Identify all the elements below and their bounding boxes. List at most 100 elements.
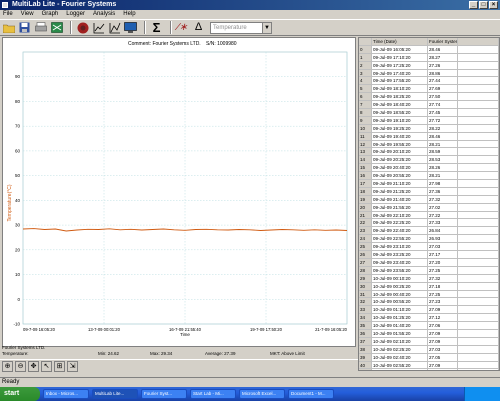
row-index[interactable]: 6 xyxy=(359,93,372,102)
temperature-cell[interactable]: 28.59 xyxy=(428,148,458,157)
time-cell[interactable]: 09-Jul-09 22:40:20 xyxy=(372,227,428,236)
temperature-cell[interactable]: 27.06 xyxy=(428,322,458,330)
row-index[interactable]: 19 xyxy=(359,195,372,204)
row-index[interactable]: 9 xyxy=(359,116,372,125)
temperature-cell[interactable]: 28.86 xyxy=(428,69,458,78)
row-index[interactable]: 32 xyxy=(359,298,372,307)
time-cell[interactable]: 09-Jul-09 23:55:20 xyxy=(372,266,428,275)
temperature-cell[interactable]: 28.27 xyxy=(428,53,458,62)
minimize-button[interactable]: _ xyxy=(469,1,478,9)
logger-icon[interactable] xyxy=(50,21,63,34)
open-folder-icon[interactable] xyxy=(2,21,15,34)
time-cell[interactable]: 10-Jul-09 02:40:20 xyxy=(372,353,428,362)
row-index[interactable]: 5 xyxy=(359,85,372,94)
row-index[interactable]: 28 xyxy=(359,266,372,275)
temperature-cell[interactable]: 27.09 xyxy=(428,361,458,370)
time-cell[interactable]: 09-Jul-09 20:55:20 xyxy=(372,172,428,181)
temperature-cell[interactable]: 27.44 xyxy=(428,77,458,86)
temperature-cell[interactable]: 27.18 xyxy=(428,282,458,291)
temperature-cell[interactable]: 27.17 xyxy=(428,251,458,259)
time-cell[interactable]: 09-Jul-09 22:10:20 xyxy=(372,211,428,220)
row-index[interactable]: 1 xyxy=(359,53,372,62)
menu-view[interactable]: View xyxy=(21,10,34,19)
close-button[interactable]: × xyxy=(489,1,498,9)
time-cell[interactable]: 09-Jul-09 20:10:20 xyxy=(372,148,428,157)
temperature-cell[interactable]: 27.09 xyxy=(428,337,458,346)
row-index[interactable]: 11 xyxy=(359,132,372,141)
temperature-cell[interactable]: 27.72 xyxy=(428,116,458,125)
row-index[interactable]: 14 xyxy=(359,156,372,165)
time-cell[interactable]: 09-Jul-09 23:25:20 xyxy=(372,251,428,259)
data-table-icon[interactable] xyxy=(108,21,121,34)
row-index[interactable]: 10 xyxy=(359,124,372,133)
temperature-cell[interactable]: 27.09 xyxy=(428,306,458,315)
time-cell[interactable]: 10-Jul-09 00:25:20 xyxy=(372,282,428,291)
start-button[interactable]: start xyxy=(0,387,40,401)
time-cell[interactable]: 10-Jul-09 01:55:20 xyxy=(372,329,428,338)
row-index[interactable]: 36 xyxy=(359,329,372,338)
taskbar-item[interactable]: Start Lab - Mi... xyxy=(190,389,236,399)
temperature-cell[interactable]: 27.98 xyxy=(428,180,458,188)
time-cell[interactable]: 09-Jul-09 19:25:20 xyxy=(372,124,428,133)
row-index[interactable]: 18 xyxy=(359,187,372,196)
row-index[interactable]: 2 xyxy=(359,61,372,70)
temperature-cell[interactable]: 28.21 xyxy=(428,172,458,181)
time-cell[interactable]: 10-Jul-09 01:40:20 xyxy=(372,322,428,330)
delta-icon[interactable]: Δ xyxy=(192,21,205,34)
time-cell[interactable]: 10-Jul-09 00:55:20 xyxy=(372,298,428,307)
row-index[interactable]: 16 xyxy=(359,172,372,181)
save-icon[interactable] xyxy=(18,21,31,34)
temperature-cell[interactable]: 27.33 xyxy=(428,219,458,228)
row-index[interactable]: 41 xyxy=(359,369,372,370)
row-index[interactable]: 30 xyxy=(359,282,372,291)
row-index[interactable]: 39 xyxy=(359,353,372,362)
row-index[interactable]: 20 xyxy=(359,203,372,212)
time-cell[interactable]: 09-Jul-09 19:55:20 xyxy=(372,140,428,149)
temperature-cell[interactable]: 28.46 xyxy=(428,45,458,54)
pan-icon[interactable]: ✥ xyxy=(28,361,39,372)
temperature-cell[interactable]: 27.25 xyxy=(428,266,458,275)
time-cell[interactable]: 10-Jul-09 02:25:20 xyxy=(372,345,428,354)
print-icon[interactable] xyxy=(34,21,47,34)
time-cell[interactable]: 09-Jul-09 17:40:20 xyxy=(372,69,428,78)
row-index[interactable]: 35 xyxy=(359,322,372,330)
time-cell[interactable]: 10-Jul-09 00:10:20 xyxy=(372,274,428,283)
temperature-cell[interactable]: 27.20 xyxy=(428,258,458,267)
time-cell[interactable]: 09-Jul-09 18:25:20 xyxy=(372,93,428,102)
taskbar-item[interactable]: Fourier Syst... xyxy=(141,389,187,399)
taskbar-item[interactable]: Inbox - Micros... xyxy=(43,389,89,399)
row-index[interactable]: 0 xyxy=(359,45,372,54)
row-index[interactable]: 38 xyxy=(359,345,372,354)
time-cell[interactable]: 09-Jul-09 20:25:20 xyxy=(372,156,428,165)
temperature-cell[interactable]: 28.21 xyxy=(428,140,458,149)
column-header[interactable] xyxy=(359,38,372,46)
row-index[interactable]: 13 xyxy=(359,148,372,157)
time-cell[interactable]: 09-Jul-09 21:25:20 xyxy=(372,187,428,196)
taskbar-item[interactable]: MultiLab Lite... xyxy=(92,389,138,399)
time-cell[interactable]: 10-Jul-09 03:10:20 xyxy=(372,369,428,370)
temperature-cell[interactable]: 27.03 xyxy=(428,345,458,354)
row-index[interactable]: 3 xyxy=(359,69,372,78)
temperature-cell[interactable]: 27.09 xyxy=(428,329,458,338)
temperature-cell[interactable]: 27.32 xyxy=(428,274,458,283)
menu-file[interactable]: File xyxy=(3,10,13,19)
time-cell[interactable]: 09-Jul-09 23:10:20 xyxy=(372,243,428,252)
temperature-cell[interactable]: 27.26 xyxy=(428,61,458,70)
row-index[interactable]: 24 xyxy=(359,235,372,244)
row-index[interactable]: 37 xyxy=(359,337,372,346)
row-index[interactable]: 15 xyxy=(359,164,372,173)
row-index[interactable]: 25 xyxy=(359,243,372,252)
temperature-cell[interactable]: 27.50 xyxy=(428,93,458,102)
menu-logger[interactable]: Logger xyxy=(66,10,85,19)
row-index[interactable]: 17 xyxy=(359,180,372,188)
data-table-panel[interactable]: Time (Date)Fourier Systems Temperature00… xyxy=(358,37,500,371)
time-cell[interactable]: 09-Jul-09 21:40:20 xyxy=(372,195,428,204)
temperature-cell[interactable]: 27.69 xyxy=(428,85,458,94)
taskbar-item[interactable]: Document1 - M... xyxy=(288,389,334,399)
record-icon[interactable] xyxy=(76,21,89,34)
time-cell[interactable]: 10-Jul-09 01:25:20 xyxy=(372,314,428,323)
row-index[interactable]: 22 xyxy=(359,219,372,228)
temperature-cell[interactable]: 28.26 xyxy=(428,164,458,173)
markers-icon[interactable]: ⊞ xyxy=(54,361,65,372)
temperature-cell[interactable]: 27.22 xyxy=(428,211,458,220)
